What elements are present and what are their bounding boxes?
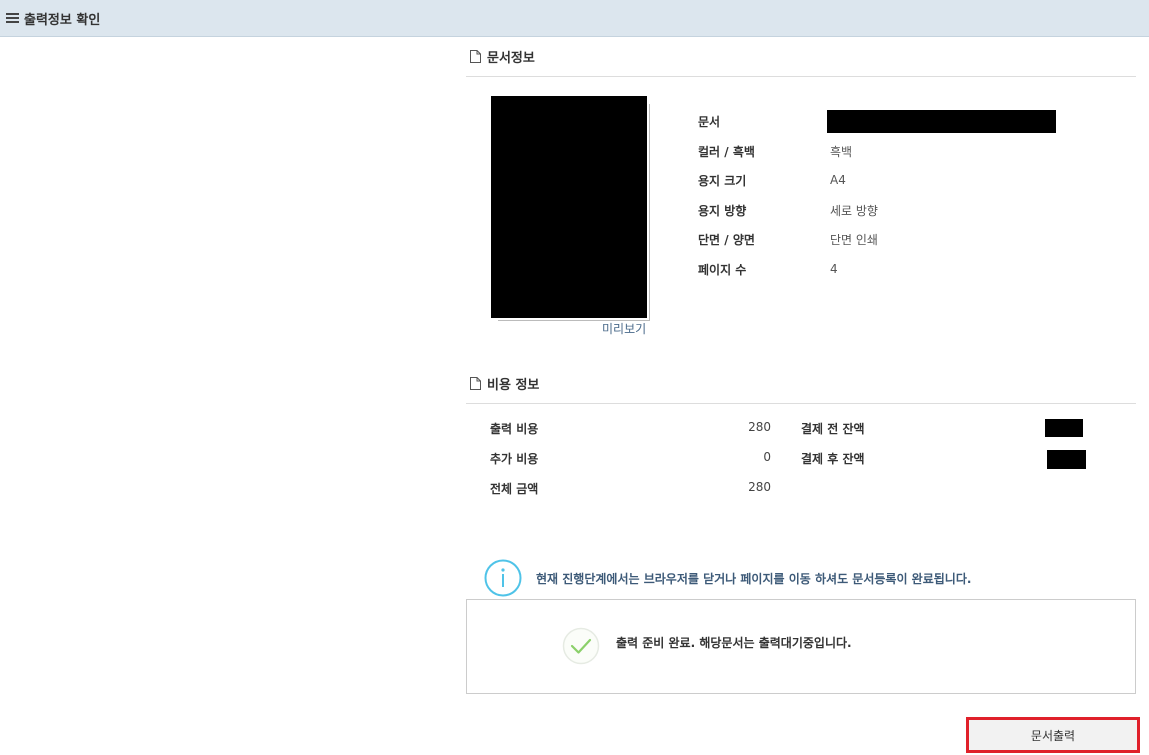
info-label: 용지 크기 bbox=[698, 173, 747, 188]
print-cost-value: 280 bbox=[748, 420, 771, 434]
print-document-button[interactable]: 문서출력 bbox=[966, 717, 1140, 753]
info-row-duplex: 단면 / 양면 단면 인쇄 bbox=[698, 228, 878, 250]
document-preview-thumbnail[interactable] bbox=[491, 96, 647, 318]
info-row-page-count: 페이지 수 4 bbox=[698, 258, 838, 280]
info-row-orientation: 용지 방향 세로 방향 bbox=[698, 199, 878, 221]
info-value: 단면 인쇄 bbox=[830, 232, 878, 247]
info-row-paper-size: 용지 크기 A4 bbox=[698, 169, 846, 191]
info-label: 컬러 / 흑백 bbox=[698, 144, 755, 159]
extra-cost-value: 0 bbox=[763, 450, 771, 464]
notice-text: 현재 진행단계에서는 브라우저를 닫거나 페이지를 이동 하셔도 문서등록이 완… bbox=[536, 571, 972, 586]
document-info-header: 문서정보 bbox=[466, 37, 1136, 77]
info-label: 페이지 수 bbox=[698, 262, 747, 277]
info-label: 문서 bbox=[698, 114, 721, 129]
notice-message: 현재 진행단계에서는 브라우저를 닫거나 페이지를 이동 하셔도 문서등록이 완… bbox=[484, 559, 971, 597]
balance-after-redacted bbox=[1047, 450, 1086, 469]
document-name-redacted bbox=[827, 109, 1056, 133]
info-row-color: 컬러 / 흑백 흑백 bbox=[698, 140, 852, 162]
balance-before-redacted bbox=[1045, 419, 1083, 437]
balance-before-label: 결제 전 잔액 bbox=[801, 422, 865, 436]
status-panel: 출력 준비 완료. 해당문서는 출력대기중입니다. bbox=[466, 599, 1136, 694]
extra-cost-label: 추가 비용 bbox=[490, 452, 539, 466]
preview-link[interactable]: 미리보기 bbox=[602, 320, 646, 337]
print-cost-label: 출력 비용 bbox=[490, 422, 539, 436]
total-cost-value: 280 bbox=[748, 480, 771, 494]
info-value: 4 bbox=[830, 262, 838, 276]
info-label: 단면 / 양면 bbox=[698, 232, 755, 247]
document-info-title: 문서정보 bbox=[487, 51, 535, 66]
total-cost-label: 전체 금액 bbox=[490, 482, 539, 496]
title-bar: 출력정보 확인 bbox=[0, 0, 1149, 37]
cost-info-header: 비용 정보 bbox=[466, 364, 1136, 404]
document-icon bbox=[470, 50, 481, 63]
cost-info-title: 비용 정보 bbox=[487, 378, 540, 393]
status-text: 출력 준비 완료. 해당문서는 출력대기중입니다. bbox=[616, 636, 852, 650]
info-row-document: 문서 bbox=[698, 109, 1056, 133]
info-value: 세로 방향 bbox=[830, 203, 878, 218]
info-value: 흑백 bbox=[830, 144, 853, 159]
info-label: 용지 방향 bbox=[698, 203, 747, 218]
info-value: A4 bbox=[830, 173, 846, 187]
check-icon bbox=[562, 627, 600, 665]
menu-icon[interactable] bbox=[6, 12, 19, 24]
info-icon bbox=[484, 559, 522, 597]
page-title: 출력정보 확인 bbox=[24, 12, 101, 28]
document-icon bbox=[470, 377, 481, 390]
balance-after-label: 결제 후 잔액 bbox=[801, 452, 865, 466]
